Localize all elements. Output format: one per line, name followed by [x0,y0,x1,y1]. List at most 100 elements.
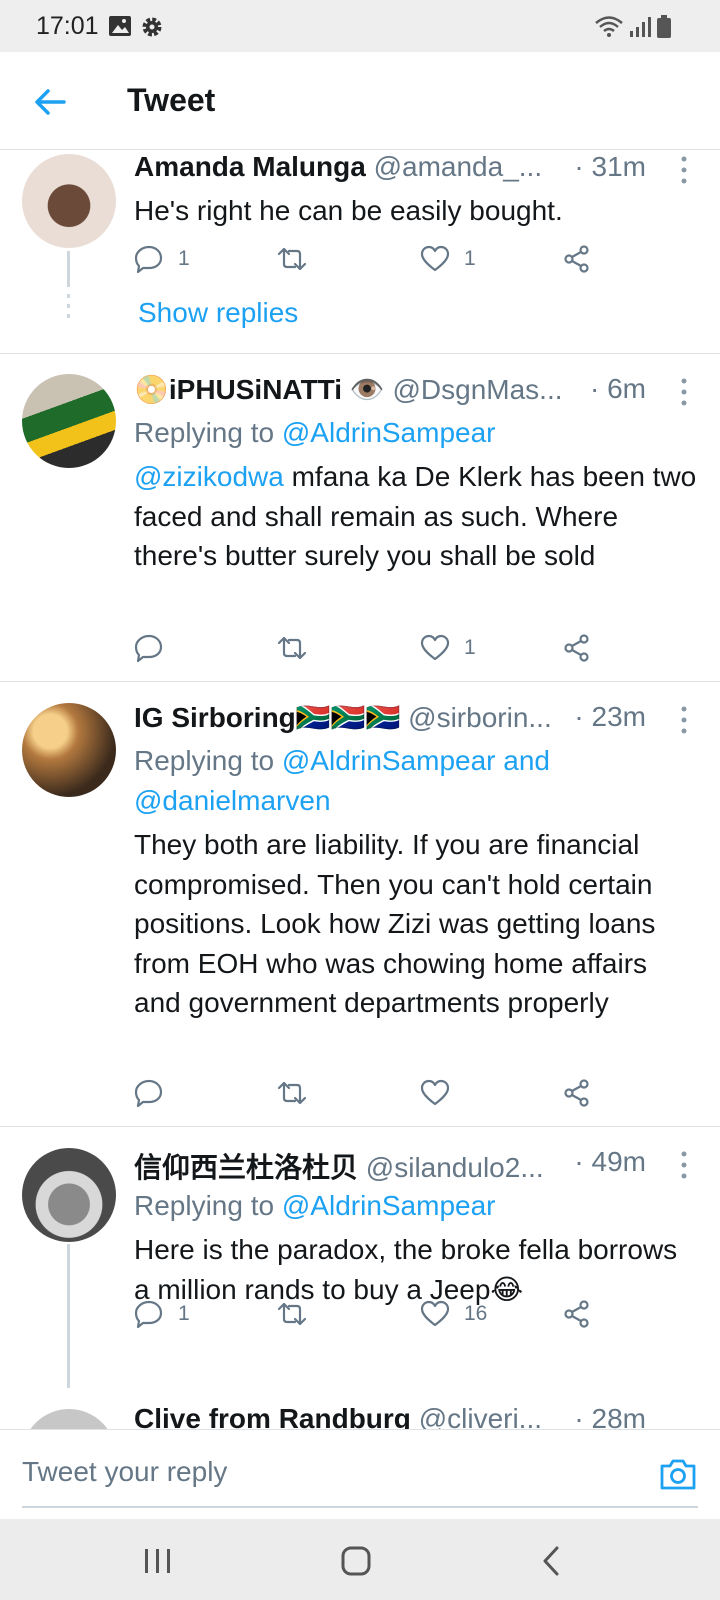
tweet-body: 信仰西兰杜洛杜贝 @silandulo2... · 49m Replying t… [134,1146,700,1309]
retweet-button[interactable] [276,1294,322,1334]
heart-icon [420,634,450,661]
recent-apps-icon[interactable] [138,1543,178,1579]
replying-to-link[interactable]: @AldrinSampear and [282,745,550,776]
replying-to: Replying to @AldrinSampear [134,1186,700,1226]
like-button[interactable] [420,1073,464,1113]
more-options-icon[interactable] [680,1150,688,1180]
thread-line [67,251,70,287]
thread-line [67,1244,70,1388]
user-handle[interactable]: @cliveri... [419,1403,542,1429]
reply-icon [134,634,163,663]
share-button[interactable] [562,1294,592,1334]
tweet-actions: 1 1 [134,239,614,279]
replies-feed[interactable]: Amanda Malunga @amanda_... · 31m He's ri… [0,151,720,1429]
reply-button[interactable] [134,628,178,668]
tweet-item[interactable]: Clive from Randburg @cliveri... · 28m [0,1389,720,1429]
replying-to-link[interactable]: @AldrinSampear [282,417,496,448]
tweet-item[interactable]: 信仰西兰杜洛杜贝 @silandulo2... · 49m Replying t… [0,1128,720,1388]
retweet-icon [277,1302,307,1326]
tweet-header: IG Sirboring🇿🇦🇿🇦🇿🇦 @sirborin... · 23m [134,701,700,741]
avatar[interactable] [22,154,116,248]
tweet-header: 📀iPHUSiNATTi 👁️ @DsgnMas... · 6m [134,373,700,413]
retweet-button[interactable] [276,628,322,668]
tweet-actions: 1 16 [134,1294,614,1334]
status-bar: 17:01 [0,0,720,52]
display-name[interactable]: 📀iPHUSiNATTi 👁️ [134,374,385,405]
heart-icon [420,245,450,272]
share-button[interactable] [562,628,592,668]
show-replies-link[interactable]: Show replies [138,297,298,329]
tweet-header: 信仰西兰杜洛杜贝 @silandulo2... · 49m [134,1146,700,1186]
tweet-time: · 23m [574,701,646,732]
battery-icon [657,15,671,38]
tweet-text: He's right he can be easily bought. [134,195,563,226]
page-title: Tweet [127,82,216,118]
input-underline [22,1506,698,1508]
more-options-icon[interactable] [680,377,688,407]
avatar[interactable] [22,374,116,468]
thread-line-dot [67,314,70,318]
user-handle[interactable]: @sirborin... [408,702,552,733]
replying-to-link-2[interactable]: @danielmarven [134,785,331,816]
home-icon[interactable] [336,1543,376,1579]
like-button[interactable]: 16 [420,1294,487,1334]
reply-icon [134,1300,163,1329]
tweet-actions [134,1073,614,1113]
gallery-icon [109,16,131,36]
settings-gear-icon [142,17,162,37]
like-button[interactable]: 1 [420,239,476,279]
replying-to: Replying to @AldrinSampear and @danielma… [134,741,700,821]
replying-to-link[interactable]: @AldrinSampear [282,1190,496,1221]
share-button[interactable] [562,1073,592,1113]
display-name[interactable]: Amanda Malunga [134,151,366,182]
reply-button[interactable] [134,1073,178,1113]
wifi-icon [595,16,623,37]
replying-prefix: Replying to [134,417,275,448]
replying-to: Replying to @AldrinSampear [134,413,700,453]
mention-link[interactable]: @zizikodwa [134,461,284,492]
arrow-left-icon[interactable] [30,82,70,122]
user-handle[interactable]: @DsgnMas... [392,374,562,405]
back-icon[interactable] [532,1543,572,1579]
tweet-item[interactable]: IG Sirboring🇿🇦🇿🇦🇿🇦 @sirborin... · 23m Re… [0,683,720,1127]
tweet-text: They both are liability. If you are fina… [134,829,656,1018]
share-button[interactable] [562,239,592,279]
heart-icon [420,1300,450,1327]
system-nav-bar [0,1519,720,1600]
avatar[interactable] [22,1409,116,1429]
tweet-time: · 28m [574,1403,646,1429]
reply-input[interactable]: Tweet your reply [22,1456,227,1488]
tweet-header: Clive from Randburg @cliveri... · 28m [134,1403,700,1429]
reply-icon [134,245,163,274]
display-name[interactable]: Clive from Randburg [134,1403,411,1429]
avatar[interactable] [22,703,116,797]
tweet-body: Amanda Malunga @amanda_... · 31m He's ri… [134,151,700,231]
user-handle[interactable]: @silandulo2... [366,1152,544,1183]
tweet-item[interactable]: 📀iPHUSiNATTi 👁️ @DsgnMas... · 6m Replyin… [0,355,720,682]
replying-prefix: Replying to [134,745,275,776]
like-button[interactable]: 1 [420,628,476,668]
user-handle[interactable]: @amanda_... [374,151,543,182]
display-name[interactable]: IG Sirboring🇿🇦🇿🇦🇿🇦 [134,702,400,733]
share-icon [564,245,589,273]
more-options-icon[interactable] [680,705,688,735]
retweet-icon [277,636,307,660]
retweet-button[interactable] [276,239,322,279]
retweet-button[interactable] [276,1073,322,1113]
avatar[interactable] [22,1148,116,1242]
reply-button[interactable]: 1 [134,1294,190,1334]
camera-icon[interactable] [658,1454,698,1494]
status-time: 17:01 [36,12,99,40]
signal-icon [630,17,651,37]
retweet-icon [277,247,307,271]
tweet-item[interactable]: Amanda Malunga @amanda_... · 31m He's ri… [0,151,720,354]
app-bar: Tweet [0,52,720,150]
tweet-body: Clive from Randburg @cliveri... · 28m [134,1403,700,1429]
reply-button[interactable]: 1 [134,239,190,279]
reply-composer[interactable]: Tweet your reply [0,1429,720,1519]
retweet-icon [277,1081,307,1105]
like-count: 1 [464,636,476,659]
reply-count: 1 [178,1302,190,1325]
display-name[interactable]: 信仰西兰杜洛杜贝 [134,1152,358,1183]
more-options-icon[interactable] [680,155,688,185]
